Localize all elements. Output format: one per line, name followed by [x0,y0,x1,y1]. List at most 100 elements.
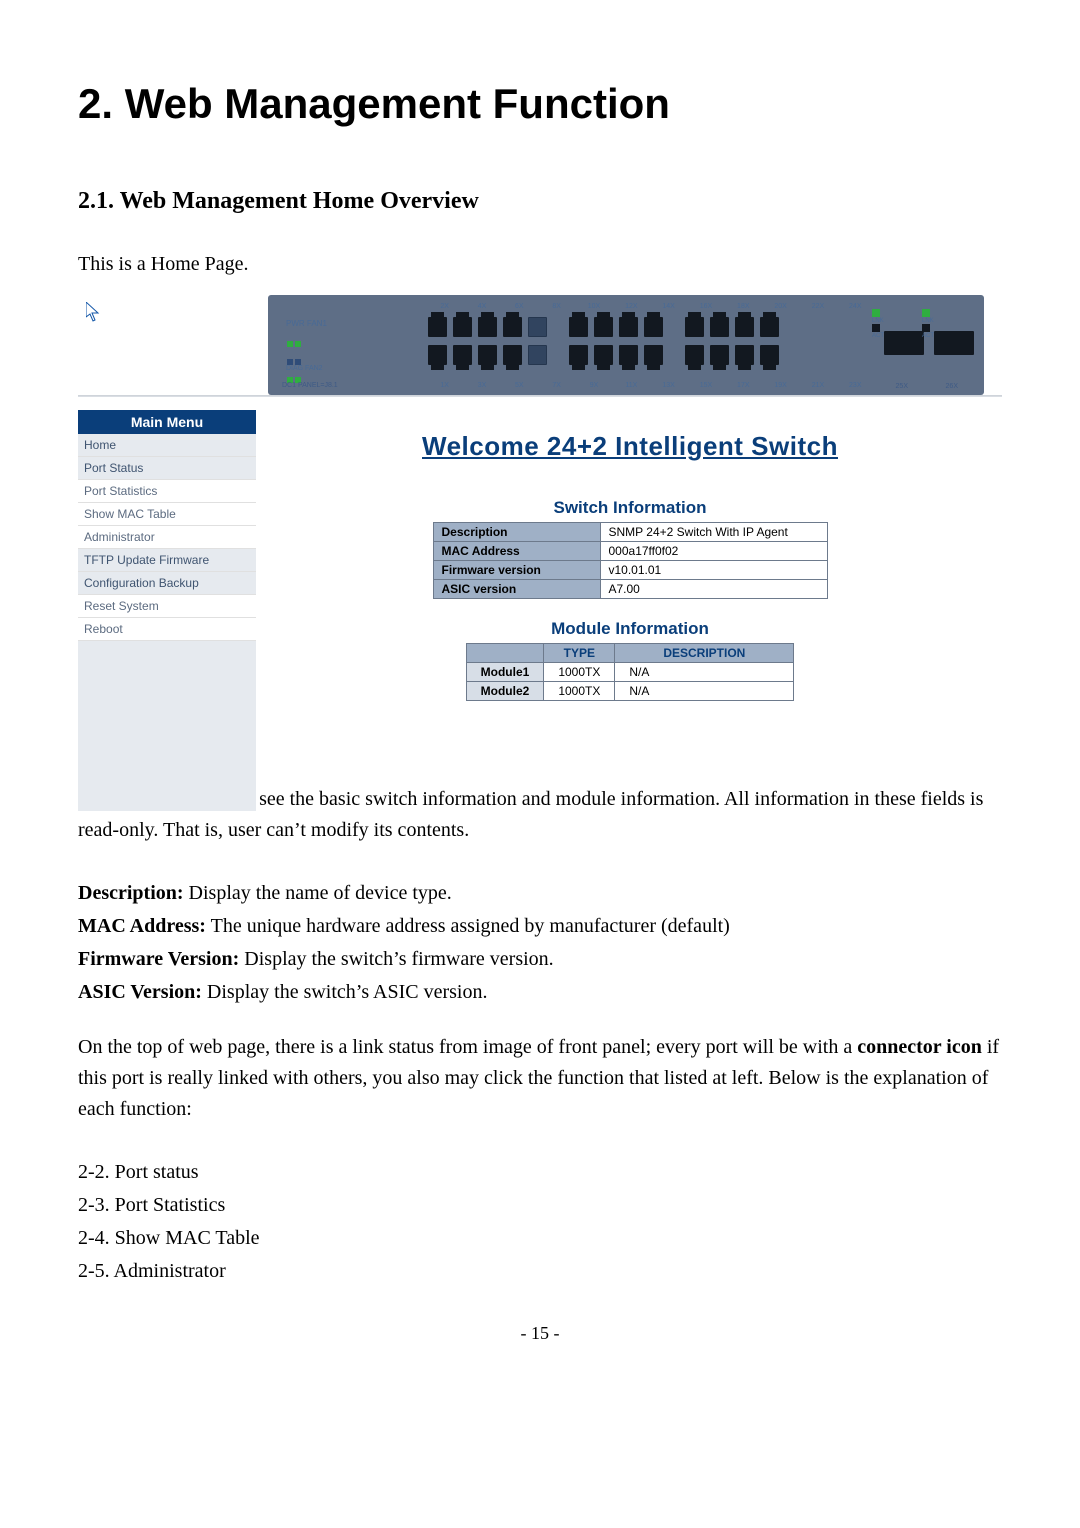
description-term: MAC Address: [78,915,206,937]
device-front-panel: PWR FAN1 DIAG FAN2 DC1 PANEL=J8.1 2X4X6X… [268,295,984,395]
table-cell: N/A [615,663,794,682]
ethernet-port[interactable] [760,317,779,337]
screenshot: PWR FAN1 DIAG FAN2 DC1 PANEL=J8.1 2X4X6X… [78,290,1002,752]
sidebar-header: Main Menu [78,410,256,434]
table-cell: v10.01.01 [600,561,827,580]
table-row: Firmware versionv10.01.01 [433,561,827,580]
description-line-3: ASIC Version: Display the switch’s ASIC … [78,977,1002,1008]
paragraph-connector: On the top of web page, there is a link … [78,1032,1002,1125]
table-header-cell: Description [433,523,600,542]
table-header-cell: Module2 [466,682,544,701]
sidebar-item-5[interactable]: TFTP Update Firmware [78,549,256,572]
ethernet-port[interactable] [760,345,779,365]
ethernet-port[interactable] [569,345,588,365]
function-list-item-3: 2-5. Administrator [78,1256,1002,1287]
module-slot-1 [884,331,924,355]
page-number: - 15 - [78,1323,1002,1344]
switch-info-table: DescriptionSNMP 24+2 Switch With IP Agen… [433,522,828,599]
switch-info-heading: Switch Information [258,498,1002,518]
ethernet-port[interactable] [685,317,704,337]
intro-line: This is a Home Page. [78,249,1002,280]
sidebar-item-6[interactable]: Configuration Backup [78,572,256,595]
ethernet-port[interactable] [428,317,447,337]
ethernet-port[interactable] [503,317,522,337]
ethernet-port[interactable] [478,317,497,337]
ethernet-port[interactable] [710,317,729,337]
table-cell: 000a17ff0f02 [600,542,827,561]
table-header-cell: DESCRIPTION [615,644,794,663]
ethernet-port[interactable] [503,345,522,365]
ethernet-port[interactable] [453,345,472,365]
ethernet-port[interactable] [528,345,547,365]
screenshot-content: Welcome 24+2 Intelligent Switch Switch I… [258,397,1002,752]
port-row-top [428,317,785,337]
sidebar-item-0[interactable]: Home [78,434,256,457]
table-cell: 1000TX [544,682,615,701]
sidebar-item-1[interactable]: Port Status [78,457,256,480]
ethernet-port[interactable] [619,317,638,337]
description-line-2: Firmware Version: Display the switch’s f… [78,944,1002,975]
port-number-row-top: 2X4X6X8X10X12X14X16X18X20X22X24X [426,303,874,310]
panel-led-label2: DIAG FAN2 [286,365,323,372]
table-cell: A7.00 [600,580,827,599]
screenshot-header: PWR FAN1 DIAG FAN2 DC1 PANEL=J8.1 2X4X6X… [78,290,1002,396]
ethernet-port[interactable] [594,317,613,337]
module-number-26: 26X [946,383,958,390]
module-info-table: TYPEDESCRIPTIONModule11000TXN/AModule210… [466,643,795,701]
description-term: Firmware Version: [78,948,239,970]
description-term: ASIC Version: [78,981,202,1003]
pointer-cursor-icon [86,302,100,322]
description-text: Display the name of device type. [184,882,452,904]
module-slot-2 [934,331,974,355]
ethernet-port[interactable] [569,317,588,337]
ethernet-port[interactable] [710,345,729,365]
ethernet-port[interactable] [685,345,704,365]
table-header-cell [466,644,544,663]
sidebar-item-8[interactable]: Reboot [78,618,256,641]
section-heading: 2.1. Web Management Home Overview [78,188,1002,215]
ethernet-port[interactable] [478,345,497,365]
module2-led: LNKACT [922,309,931,339]
function-list-item-1: 2-3. Port Statistics [78,1190,1002,1221]
description-text: The unique hardware address assigned by … [206,915,730,937]
ethernet-port[interactable] [619,345,638,365]
ethernet-port[interactable] [735,345,754,365]
ethernet-port[interactable] [453,317,472,337]
welcome-heading: Welcome 24+2 Intelligent Switch [258,431,1002,462]
sidebar-item-3[interactable]: Show MAC Table [78,503,256,526]
ethernet-port[interactable] [428,345,447,365]
function-list-item-0: 2-2. Port status [78,1157,1002,1188]
table-row: Module21000TXN/A [466,682,794,701]
module-info-heading: Module Information [258,619,1002,639]
ethernet-port[interactable] [644,317,663,337]
table-header-cell: MAC Address [433,542,600,561]
description-line-0: Description: Display the name of device … [78,878,1002,909]
description-text: Display the switch’s ASIC version. [202,981,488,1003]
ethernet-port[interactable] [644,345,663,365]
table-row: DescriptionSNMP 24+2 Switch With IP Agen… [433,523,827,542]
panel-led-label: PWR FAN1 [286,319,327,328]
table-row: ASIC versionA7.00 [433,580,827,599]
sidebar-item-7[interactable]: Reset System [78,595,256,618]
sidebar-item-2[interactable]: Port Statistics [78,480,256,503]
table-header-cell: ASIC version [433,580,600,599]
description-term: Description: [78,882,184,904]
table-header-cell: Module1 [466,663,544,682]
table-row: Module11000TXN/A [466,663,794,682]
panel-bottom-label: DC1 PANEL=J8.1 [282,382,338,389]
table-cell: 1000TX [544,663,615,682]
paragraph-connector-bold: connector icon [857,1036,982,1058]
module1-led: LNKACT [872,309,881,339]
sidebar-item-4[interactable]: Administrator [78,526,256,549]
table-cell: N/A [615,682,794,701]
ethernet-port[interactable] [735,317,754,337]
panel-status-leds [286,335,302,389]
table-cell: SNMP 24+2 Switch With IP Agent [600,523,827,542]
table-header-cell: TYPE [544,644,615,663]
ethernet-port[interactable] [594,345,613,365]
sidebar-menu: Main Menu HomePort StatusPort Statistics… [78,410,256,811]
chapter-heading: 2. Web Management Function [78,80,1002,128]
description-text: Display the switch’s firmware version. [239,948,553,970]
module-number-25: 25X [896,383,908,390]
ethernet-port[interactable] [528,317,547,337]
